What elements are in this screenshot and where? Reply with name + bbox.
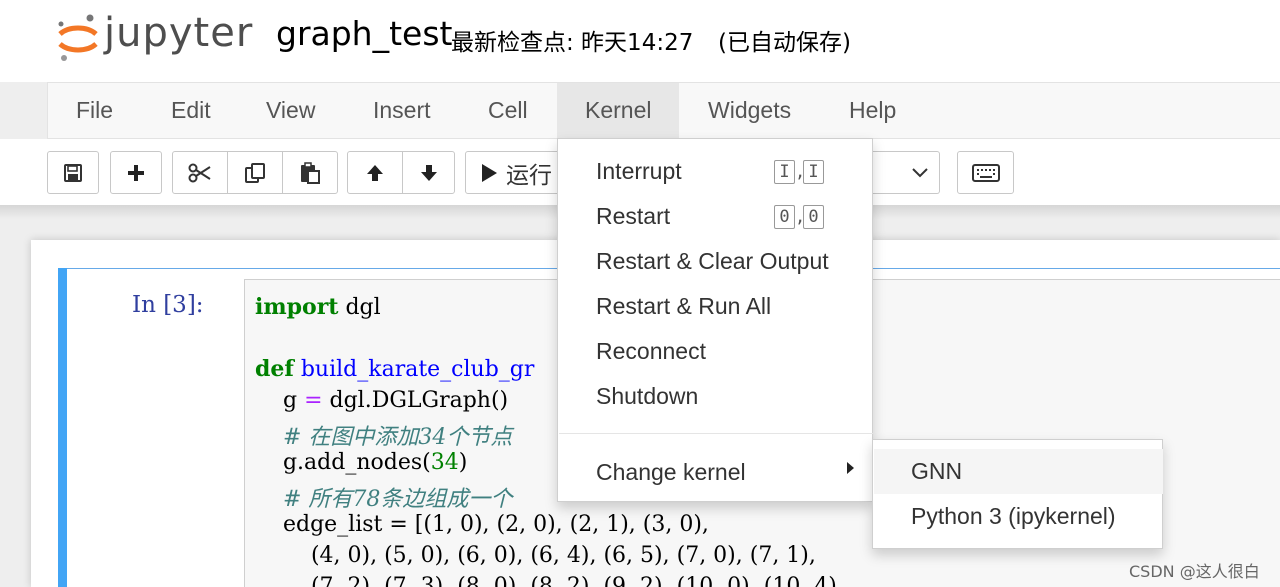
menu-item-restart-run-all[interactable]: Restart & Run All [596, 293, 771, 320]
code-line-2: def build_karate_club_gr [255, 356, 534, 382]
menu-insert[interactable]: Insert [345, 83, 459, 138]
comment: # 在图中添加34个节点 [255, 425, 513, 450]
copy-button[interactable] [227, 151, 283, 194]
code-line-8: (4, 0), (5, 0), (6, 0), (6, 4), (6, 5), … [255, 543, 816, 568]
menu-item-reconnect[interactable]: Reconnect [596, 338, 706, 365]
shortcut-key: I [774, 160, 795, 184]
keyword: import [255, 294, 339, 320]
shortcut-key: I [803, 160, 824, 184]
cell-prompt: In [3]: [132, 292, 204, 318]
insert-cell-button[interactable] [110, 151, 162, 194]
menu-divider [559, 433, 873, 434]
code-text: g.add_nodes( [255, 450, 431, 475]
code-line-7: edge_list = [(1, 0), (2, 0), (2, 1), (3,… [255, 512, 709, 537]
menu-kernel[interactable]: Kernel [557, 83, 680, 138]
menu-edit[interactable]: Edit [143, 83, 239, 138]
code-text: ) [458, 450, 468, 475]
cell-selected-bar [58, 268, 67, 587]
change-kernel-submenu: GNN Python 3 (ipykernel) [872, 439, 1163, 549]
code-line-6: # 所有78条边组成一个 [255, 481, 512, 513]
code-line-9: (7, 2), (7, 3), (8, 0), (8, 2), (9, 2), … [255, 574, 844, 587]
command-palette-button[interactable] [957, 151, 1014, 194]
paste-icon [301, 161, 320, 184]
menu-help[interactable]: Help [821, 83, 924, 138]
menu-item-restart-clear-output[interactable]: Restart & Clear Output [596, 248, 829, 275]
save-button[interactable] [47, 151, 99, 194]
move-up-button[interactable] [347, 151, 403, 194]
code-line-4: # 在图中添加34个节点 [255, 419, 512, 451]
function-name: build_karate_club_gr [293, 357, 535, 382]
kernel-option-gnn[interactable]: GNN [874, 449, 1163, 494]
kernel-dropdown-menu: Interrupt I,I Restart 0,0 Restart & Clea… [557, 138, 873, 502]
autosave-status: (已自动保存) [718, 30, 851, 56]
save-icon [64, 163, 82, 182]
watermark: CSDN @这人很白 [1129, 562, 1260, 581]
interrupt-shortcut: I,I [774, 160, 824, 184]
comment: # 所有78条边组成一个 [255, 487, 513, 512]
keyboard-icon [971, 163, 1000, 182]
restart-shortcut: 0,0 [774, 205, 824, 229]
notebook-title[interactable]: graph_test [276, 14, 452, 53]
chevron-down-icon [912, 168, 928, 178]
jupyter-notebook-window: jupyter graph_test 最新检查点: 昨天14:27 (已自动保存… [0, 0, 1280, 587]
menubar: File Edit View Insert Cell Kernel Widget… [47, 82, 1280, 139]
code-line-5: g.add_nodes(34) [255, 450, 467, 475]
shortcut-key: 0 [803, 205, 824, 229]
arrow-down-icon [420, 164, 437, 181]
menu-view[interactable]: View [238, 83, 343, 138]
run-icon [482, 163, 497, 182]
code-line-1: import dgl [255, 294, 381, 320]
menu-file[interactable]: File [48, 83, 141, 138]
menu-item-shutdown[interactable]: Shutdown [596, 383, 698, 410]
code-text: g [255, 388, 305, 413]
menu-item-restart[interactable]: Restart [596, 203, 670, 230]
checkpoint-status: 最新检查点: 昨天14:27 [451, 30, 694, 56]
header: jupyter graph_test 最新检查点: 昨天14:27 (已自动保存… [0, 0, 1280, 82]
kernel-option-python3[interactable]: Python 3 (ipykernel) [874, 494, 1163, 539]
caret-right-icon [847, 462, 854, 474]
menu-item-change-kernel[interactable]: Change kernel [596, 459, 746, 486]
arrow-up-icon [367, 164, 383, 181]
run-button[interactable]: 运行 [465, 151, 565, 194]
copy-icon [245, 162, 265, 183]
code-text: dgl.DGLGraph() [322, 388, 509, 413]
paste-button[interactable] [282, 151, 338, 194]
cut-icon [188, 163, 211, 182]
menu-widgets[interactable]: Widgets [680, 83, 819, 138]
shortcut-key: 0 [774, 205, 795, 229]
menu-item-interrupt[interactable]: Interrupt [596, 158, 682, 185]
plus-icon [128, 164, 144, 181]
menu-cell[interactable]: Cell [460, 83, 556, 138]
logo-text: jupyter [104, 10, 254, 56]
operator: = [304, 388, 323, 413]
keyword: def [255, 356, 294, 382]
code-text: dgl [338, 295, 381, 320]
run-label: 运行 [506, 162, 552, 189]
cut-button[interactable] [172, 151, 228, 194]
number: 34 [430, 450, 459, 475]
move-down-button[interactable] [402, 151, 455, 194]
code-line-3: g = dgl.DGLGraph() [255, 388, 508, 413]
